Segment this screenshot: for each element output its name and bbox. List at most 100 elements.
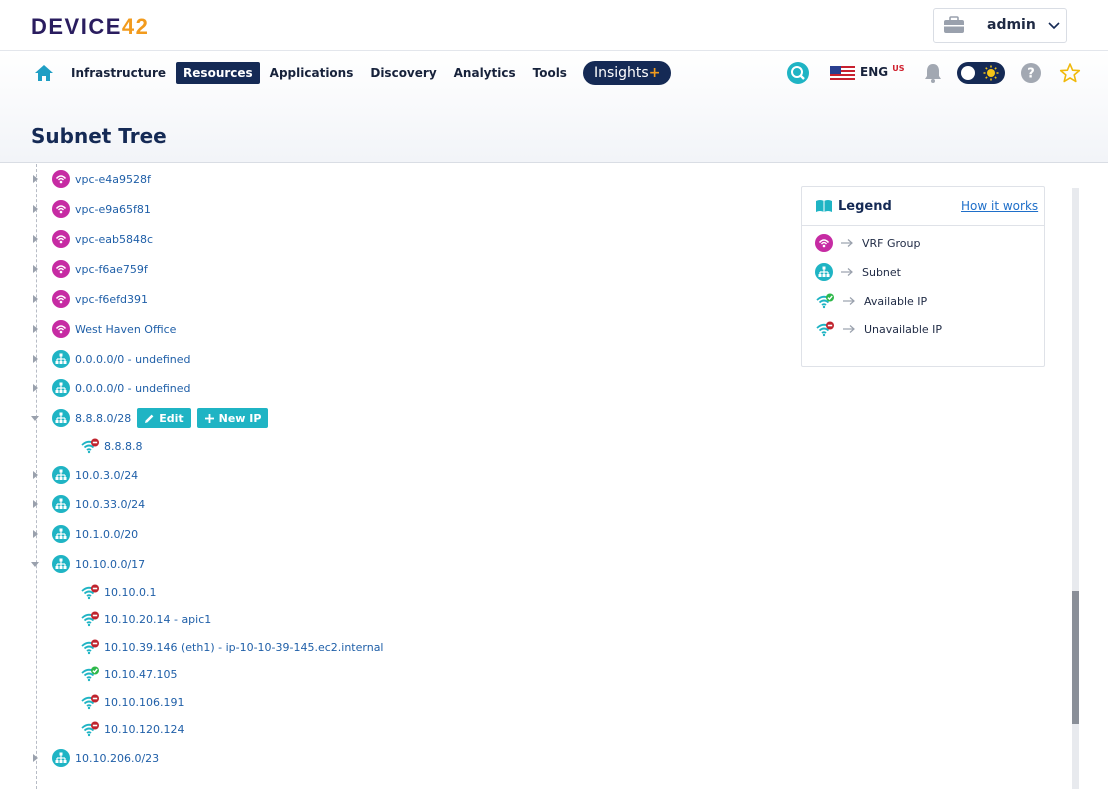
tree-item-label[interactable]: vpc-e9a65f81 — [75, 203, 151, 216]
insights-button[interactable]: Insights+ — [582, 61, 672, 85]
caret-down-icon[interactable] — [31, 559, 39, 569]
language-selector[interactable]: ENG US — [860, 64, 905, 79]
caret-right-icon[interactable] — [31, 470, 39, 480]
tree-item-label[interactable]: 10.10.120.124 — [104, 723, 184, 736]
tree-item-label[interactable]: 10.0.33.0/24 — [75, 498, 145, 511]
vrf-group-row[interactable]: vpc-f6ae759f — [33, 258, 148, 280]
tree-item-label[interactable]: 0.0.0.0/0 - undefined — [75, 382, 191, 395]
tree-item-label[interactable]: 10.1.0.0/20 — [75, 528, 138, 541]
bell-icon[interactable] — [922, 62, 944, 84]
subnet-row[interactable]: 10.1.0.0/20 — [33, 523, 138, 545]
tree-item-label[interactable]: West Haven Office — [75, 323, 176, 336]
vrf-group-row[interactable]: vpc-eab5848c — [33, 228, 153, 250]
user-menu-button[interactable]: admin — [933, 8, 1067, 43]
ip-row[interactable]: 8.8.8.8 — [80, 435, 142, 457]
nav-infrastructure[interactable]: Infrastructure — [64, 62, 173, 84]
caret-right-icon[interactable] — [31, 204, 39, 214]
chevron-down-icon — [1048, 22, 1060, 30]
caret-right-icon[interactable] — [31, 294, 39, 304]
tree-item-label[interactable]: 10.10.47.105 — [104, 668, 177, 681]
subnet-icon — [52, 350, 70, 368]
device42-logo[interactable]: DEVICE42 — [31, 14, 149, 40]
scrollbar-thumb[interactable] — [1072, 591, 1079, 724]
new-ip-label: New IP — [218, 411, 262, 425]
tree-item-label[interactable]: vpc-e4a9528f — [75, 173, 151, 186]
caret-right-icon[interactable] — [31, 499, 39, 509]
legend-header: Legend How it works — [802, 187, 1044, 226]
subnet-row[interactable]: 10.0.33.0/24 — [33, 493, 145, 515]
tree-item-label[interactable]: 10.10.106.191 — [104, 696, 184, 709]
tree-item-label[interactable]: 0.0.0.0/0 - undefined — [75, 353, 191, 366]
subnet-row[interactable]: 10.10.0.0/17 — [31, 553, 145, 575]
available-ip-icon — [815, 293, 835, 309]
vrf-group-icon — [52, 230, 70, 248]
how-it-works-link[interactable]: How it works — [961, 199, 1038, 213]
arrow-right-icon — [841, 268, 853, 276]
edit-button[interactable]: Edit — [137, 408, 191, 428]
vrf-group-row[interactable]: vpc-f6efd391 — [33, 288, 148, 310]
caret-right-icon[interactable] — [31, 529, 39, 539]
subnet-icon — [52, 525, 70, 543]
caret-right-icon[interactable] — [31, 264, 39, 274]
subnet-icon — [52, 379, 70, 397]
caret-right-icon[interactable] — [31, 753, 39, 763]
caret-down-icon[interactable] — [31, 413, 39, 423]
nav-tools[interactable]: Tools — [526, 62, 574, 84]
ip-row[interactable]: 10.10.39.146 (eth1) - ip-10-10-39-145.ec… — [80, 636, 384, 658]
ip-row[interactable]: 10.10.20.14 - apic1 — [80, 608, 211, 630]
subnet-row[interactable]: 0.0.0.0/0 - undefined — [33, 348, 191, 370]
caret-right-icon[interactable] — [31, 174, 39, 184]
ip-row[interactable]: 10.10.106.191 — [80, 691, 184, 713]
vrf-group-row[interactable]: vpc-e4a9528f — [33, 168, 151, 190]
nav-discovery[interactable]: Discovery — [363, 62, 443, 84]
tree-item-label[interactable]: 8.8.8.8 — [104, 440, 142, 453]
unavailable-ip-icon — [80, 611, 100, 627]
nav-applications[interactable]: Applications — [263, 62, 361, 84]
nav-analytics[interactable]: Analytics — [447, 62, 523, 84]
subnet-icon — [52, 749, 70, 767]
tree-item-label[interactable]: 10.10.0.0/17 — [75, 558, 145, 571]
ip-row[interactable]: 10.10.0.1 — [80, 581, 156, 603]
tree-item-label[interactable]: 10.0.3.0/24 — [75, 469, 138, 482]
language-code: ENG — [860, 65, 889, 79]
tree-item-label[interactable]: 10.10.20.14 - apic1 — [104, 613, 211, 626]
us-flag-icon[interactable] — [830, 66, 855, 80]
ip-row[interactable]: 10.10.120.124 — [80, 718, 184, 740]
tree-item-label[interactable]: 10.10.39.146 (eth1) - ip-10-10-39-145.ec… — [104, 641, 384, 654]
vrf-group-row[interactable]: West Haven Office — [33, 318, 176, 340]
insights-plus: + — [648, 65, 661, 81]
legend-item-label: Subnet — [862, 265, 901, 279]
subnet-row[interactable]: 8.8.8.0/28 Edit New IP — [31, 407, 269, 429]
ip-row[interactable]: 10.10.47.105 — [80, 663, 177, 685]
header-tools: ENG US ? — [786, 60, 1086, 86]
caret-right-icon[interactable] — [31, 354, 39, 364]
search-icon[interactable] — [786, 61, 810, 85]
plus-icon — [204, 413, 214, 423]
vrf-group-icon — [52, 260, 70, 278]
new-ip-button[interactable]: New IP — [196, 408, 269, 428]
subnet-row[interactable]: 10.10.206.0/23 — [33, 747, 159, 769]
help-icon[interactable]: ? — [1020, 62, 1042, 84]
home-icon[interactable] — [34, 64, 54, 82]
subnet-icon — [52, 555, 70, 573]
caret-right-icon[interactable] — [31, 383, 39, 393]
vrf-group-row[interactable]: vpc-e9a65f81 — [33, 198, 151, 220]
tree-item-label[interactable]: vpc-eab5848c — [75, 233, 153, 246]
subnet-row[interactable]: 10.0.3.0/24 — [33, 464, 138, 486]
tree-item-label[interactable]: vpc-f6ae759f — [75, 263, 148, 276]
arrow-right-icon — [843, 297, 855, 305]
tree-item-label[interactable]: 8.8.8.0/28 — [75, 412, 131, 425]
pencil-icon — [145, 414, 154, 423]
toggle-knob — [961, 66, 975, 80]
caret-right-icon[interactable] — [31, 324, 39, 334]
page-header: Infrastructure Resources Applications Di… — [0, 51, 1108, 163]
caret-right-icon[interactable] — [31, 234, 39, 244]
tree-item-label[interactable]: vpc-f6efd391 — [75, 293, 148, 306]
star-icon[interactable] — [1059, 62, 1081, 84]
tree-item-label[interactable]: 10.10.206.0/23 — [75, 752, 159, 765]
unavailable-ip-icon — [80, 438, 100, 454]
subnet-row[interactable]: 0.0.0.0/0 - undefined — [33, 377, 191, 399]
theme-toggle[interactable] — [957, 62, 1005, 84]
nav-resources[interactable]: Resources — [176, 62, 260, 84]
tree-item-label[interactable]: 10.10.0.1 — [104, 586, 156, 599]
